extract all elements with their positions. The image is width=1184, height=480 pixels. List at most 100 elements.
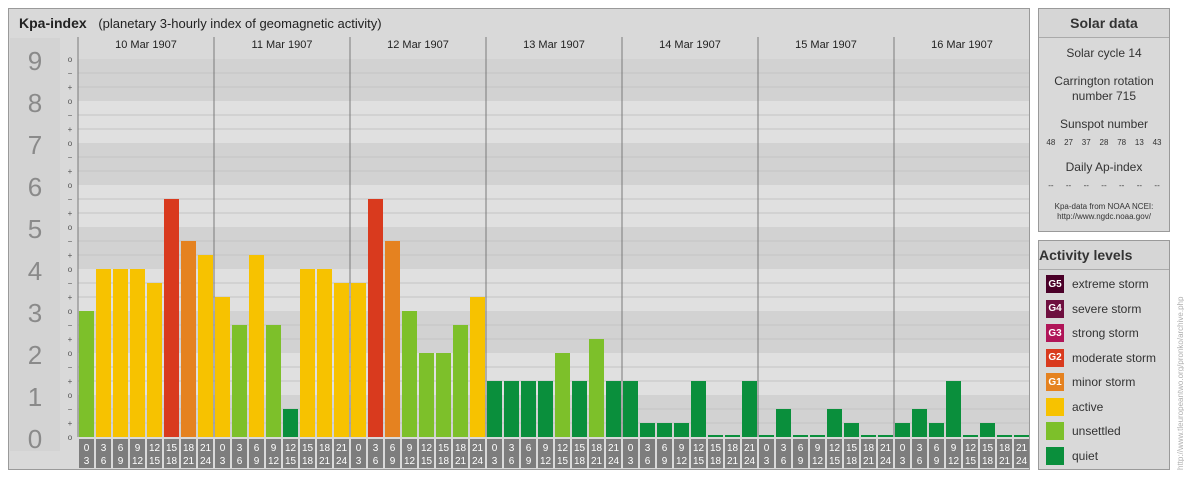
kp-bar bbox=[402, 311, 417, 437]
y-tick-label: 5 bbox=[28, 214, 42, 244]
legend-item-quiet: quiet bbox=[1039, 444, 1169, 469]
legend-label: moderate storm bbox=[1072, 350, 1157, 365]
interval-start-label: 0 bbox=[220, 443, 226, 454]
legend-swatch-g4: G4 bbox=[1046, 299, 1064, 318]
sunspot-value: 27 bbox=[1064, 138, 1073, 147]
interval-end-label: 3 bbox=[764, 456, 770, 467]
legend-swatch-g1: G1 bbox=[1046, 373, 1064, 392]
interval-end-label: 15 bbox=[965, 456, 977, 467]
interval-start-label: 12 bbox=[965, 443, 977, 454]
interval-end-label: 21 bbox=[455, 456, 467, 467]
interval-start-label: 18 bbox=[319, 443, 331, 454]
interval-end-label: 21 bbox=[727, 456, 739, 467]
legend-label: strong storm bbox=[1072, 326, 1139, 341]
sub-tick-label: o bbox=[68, 181, 73, 190]
sub-tick-label: o bbox=[68, 139, 73, 148]
interval-end-label: 12 bbox=[948, 456, 960, 467]
interval-end-label: 6 bbox=[509, 456, 515, 467]
ap-index-title: Daily Ap-index bbox=[1065, 160, 1143, 174]
interval-end-label: 9 bbox=[662, 456, 668, 467]
kp-bar bbox=[929, 423, 944, 437]
interval-start-label: 0 bbox=[628, 443, 634, 454]
legend-label: severe storm bbox=[1072, 301, 1142, 316]
legend-swatch-quiet bbox=[1046, 446, 1064, 465]
interval-start-label: 15 bbox=[302, 443, 314, 454]
sunspot-values: 48 27 37 28 78 13 43 bbox=[1039, 138, 1169, 147]
interval-end-label: 9 bbox=[798, 456, 804, 467]
legend-label: extreme storm bbox=[1072, 277, 1149, 292]
interval-start-label: 3 bbox=[645, 443, 651, 454]
kp-bar bbox=[623, 381, 638, 437]
kp-bar bbox=[640, 423, 655, 437]
y-tick-label: 9 bbox=[28, 46, 42, 76]
day-label: 12 Mar 1907 bbox=[387, 39, 449, 51]
interval-start-label: 6 bbox=[526, 443, 532, 454]
kp-bar bbox=[419, 353, 434, 437]
sub-tick-label: + bbox=[68, 293, 73, 302]
kp-bar bbox=[300, 269, 315, 437]
ap-index-values: -- -- -- -- -- -- -- bbox=[1039, 181, 1169, 190]
interval-end-label: 12 bbox=[268, 456, 280, 467]
chart-title: Kpa-index bbox=[19, 15, 87, 31]
level-band bbox=[78, 185, 1029, 227]
legend-item-active: active bbox=[1039, 395, 1169, 420]
interval-start-label: 21 bbox=[608, 443, 620, 454]
day-label: 13 Mar 1907 bbox=[523, 39, 585, 51]
kp-bar bbox=[708, 435, 723, 437]
legend-item-g2: G2 moderate storm bbox=[1039, 346, 1169, 371]
interval-start-label: 12 bbox=[829, 443, 841, 454]
interval-end-label: 21 bbox=[999, 456, 1011, 467]
interval-end-label: 18 bbox=[302, 456, 314, 467]
kp-bar bbox=[657, 423, 672, 437]
kp-bar bbox=[878, 435, 893, 437]
interval-start-label: 9 bbox=[815, 443, 821, 454]
ap-value: -- bbox=[1083, 181, 1089, 190]
interval-start-label: 6 bbox=[934, 443, 940, 454]
interval-start-label: 12 bbox=[557, 443, 569, 454]
legend-swatch-g2: G2 bbox=[1046, 348, 1064, 367]
interval-end-label: 24 bbox=[200, 456, 212, 467]
credit-link[interactable]: http://www.ngdc.noaa.gov/ bbox=[1039, 212, 1169, 222]
legend-swatch-g5: G5 bbox=[1046, 275, 1064, 294]
legend-swatch-active bbox=[1046, 397, 1064, 416]
legend-label: unsettled bbox=[1072, 424, 1121, 439]
interval-end-label: 12 bbox=[812, 456, 824, 467]
interval-end-label: 12 bbox=[132, 456, 144, 467]
sub-tick-label: − bbox=[68, 237, 73, 246]
data-credit: Kpa-data from NOAA NCEI: http://www.ngdc… bbox=[1039, 202, 1169, 222]
kp-bar bbox=[266, 324, 281, 437]
watermark: http://www.tleuropeantwo.org/pronko/arch… bbox=[1176, 296, 1184, 470]
interval-start-label: 3 bbox=[101, 443, 107, 454]
kp-bar bbox=[759, 435, 774, 437]
interval-start-label: 6 bbox=[798, 443, 804, 454]
kp-chart: 10 Mar 1907 11 Mar 1907 12 Mar 1907 13 Mar … bbox=[10, 37, 1029, 468]
interval-start-label: 12 bbox=[285, 443, 297, 454]
kp-bar bbox=[96, 269, 111, 437]
day-label: 10 Mar 1907 bbox=[115, 39, 177, 51]
ap-value: -- bbox=[1101, 181, 1107, 190]
interval-end-label: 3 bbox=[356, 456, 362, 467]
day-label: 16 Mar 1907 bbox=[931, 39, 993, 51]
interval-start-label: 0 bbox=[492, 443, 498, 454]
sunspot-title: Sunspot number bbox=[1059, 117, 1149, 131]
kp-bar bbox=[113, 269, 128, 437]
sub-tick-label: o bbox=[68, 433, 73, 442]
kp-bar bbox=[453, 324, 468, 437]
sub-tick-label: + bbox=[68, 83, 73, 92]
sub-tick-label: − bbox=[68, 363, 73, 372]
interval-start-label: 21 bbox=[472, 443, 484, 454]
ap-value: -- bbox=[1154, 181, 1160, 190]
sub-tick-label: − bbox=[68, 195, 73, 204]
interval-end-label: 3 bbox=[84, 456, 90, 467]
interval-start-label: 9 bbox=[135, 443, 141, 454]
interval-start-label: 6 bbox=[390, 443, 396, 454]
kp-bar bbox=[470, 297, 485, 437]
interval-end-label: 9 bbox=[934, 456, 940, 467]
sunspot-value: 43 bbox=[1152, 138, 1162, 147]
interval-start-label: 15 bbox=[710, 443, 722, 454]
chart-subtitle: (planetary 3-hourly index of geomagnetic… bbox=[98, 16, 382, 31]
interval-start-label: 21 bbox=[200, 443, 212, 454]
kp-bar bbox=[385, 240, 400, 437]
interval-end-label: 3 bbox=[492, 456, 498, 467]
interval-start-label: 21 bbox=[744, 443, 756, 454]
